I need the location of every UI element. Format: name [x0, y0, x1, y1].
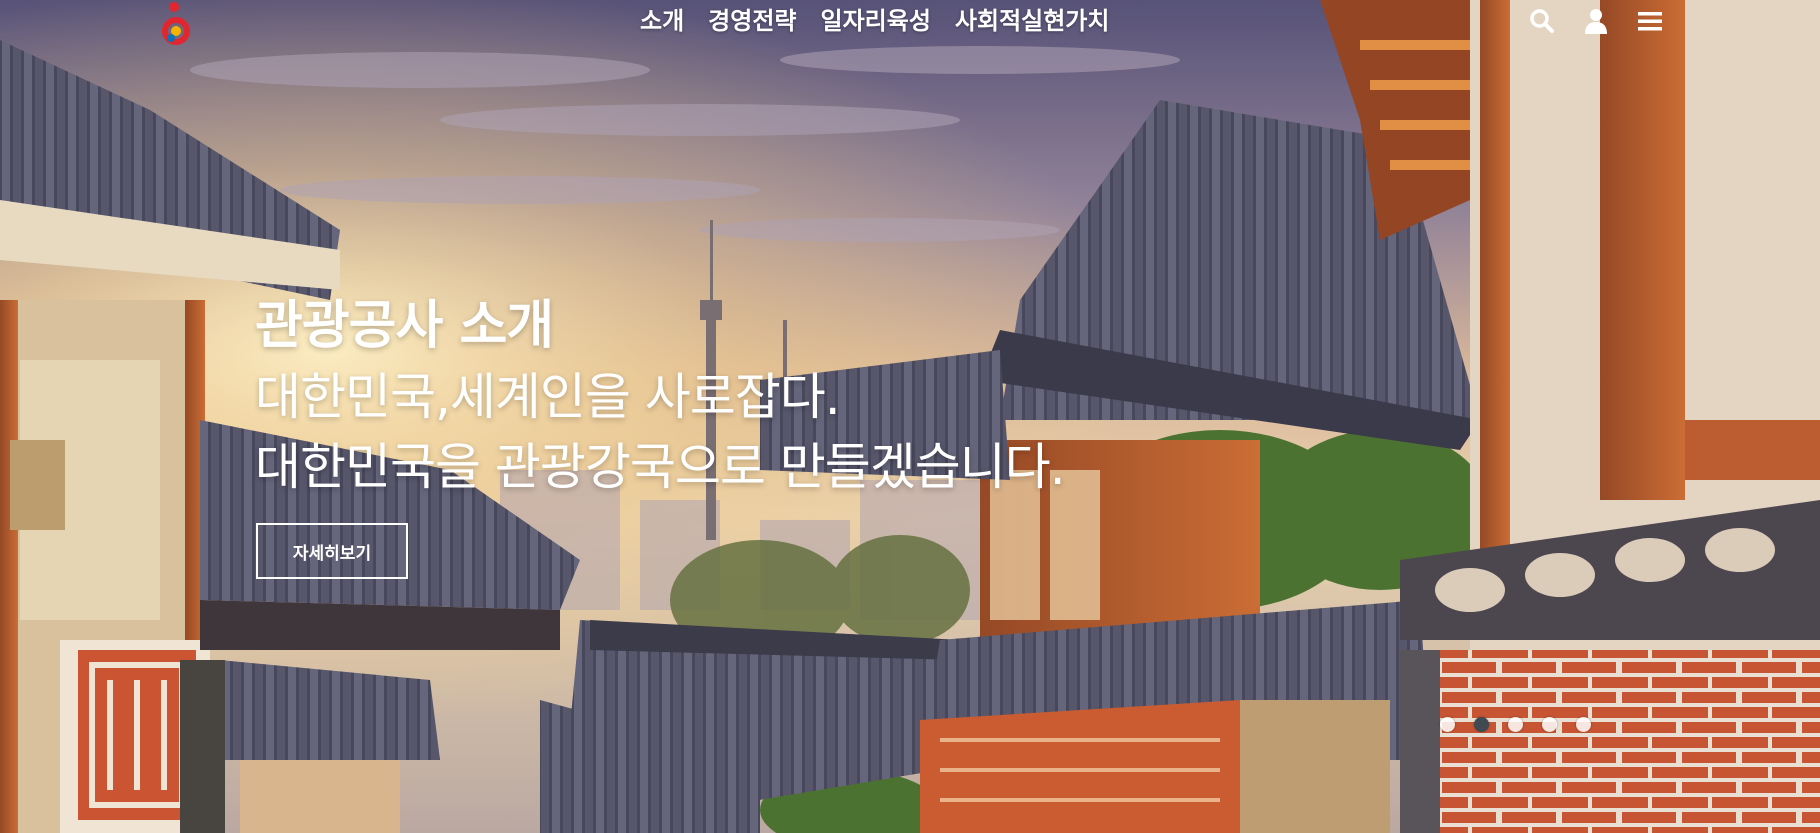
nav-item-jobs[interactable]: 일자리육성: [809, 4, 943, 38]
menu-button[interactable]: [1633, 4, 1667, 38]
slider-pager: [1440, 717, 1591, 732]
search-icon: [1530, 9, 1554, 33]
hero-copy: 관광공사 소개 대한민국,세계인을 사로잡다. 대한민국을 관광강국으로 만들겠…: [255, 290, 1066, 502]
slider-dot-1[interactable]: [1440, 717, 1455, 732]
nav-item-intro[interactable]: 소개: [628, 4, 696, 38]
nav-item-social-value[interactable]: 사회적실현가치: [943, 4, 1122, 38]
slider-dot-5[interactable]: [1576, 717, 1591, 732]
learn-more-button[interactable]: 자세히보기: [256, 523, 408, 579]
search-button[interactable]: [1526, 4, 1558, 38]
hamburger-menu-icon: [1638, 12, 1662, 31]
logo-icon: [162, 2, 190, 45]
main-nav: 소개 경영전략 일자리육성 사회적실현가치: [628, 4, 1121, 38]
nav-item-strategy[interactable]: 경영전략: [696, 4, 808, 38]
hero-subtitle-line2: 대한민국을 관광강국으로 만들겠습니다.: [255, 438, 1066, 496]
user-button[interactable]: [1580, 4, 1612, 38]
user-icon: [1585, 9, 1607, 34]
slider-dot-2[interactable]: [1474, 717, 1489, 732]
hero-subtitle-line1: 대한민국,세계인을 사로잡다.: [255, 368, 841, 426]
hero-title: 관광공사 소개: [255, 296, 554, 356]
slider-dot-4[interactable]: [1542, 717, 1557, 732]
logo[interactable]: [152, 0, 198, 46]
slider-dot-3[interactable]: [1508, 717, 1523, 732]
